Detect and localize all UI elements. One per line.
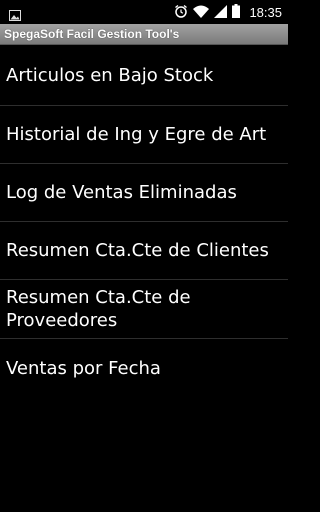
menu-list: Articulos en Bajo Stock Historial de Ing… — [0, 45, 288, 397]
menu-item-label: Resumen Cta.Cte de Clientes — [6, 240, 269, 261]
menu-item-label: Articulos en Bajo Stock — [6, 64, 214, 86]
battery-icon — [232, 3, 241, 22]
status-icons: 18:35 — [174, 0, 282, 24]
menu-item-resumen-proveedores[interactable]: Resumen Cta.Cte de Proveedores — [0, 280, 200, 338]
menu-item-label: Resumen Cta.Cte de Proveedores — [6, 287, 191, 331]
wifi-icon — [193, 3, 210, 22]
app-title: SpegaSoft Facil Gestion Tool's — [4, 27, 180, 41]
menu-item-historial-ing-egre[interactable]: Historial de Ing y Egre de Art — [0, 106, 288, 164]
clock-time: 18:35 — [249, 4, 282, 20]
signal-icon — [214, 3, 228, 22]
menu-item-log-ventas-eliminadas[interactable]: Log de Ventas Eliminadas — [0, 164, 288, 222]
menu-item-label: Historial de Ing y Egre de Art — [6, 124, 267, 145]
menu-item-articulos-bajo-stock[interactable]: Articulos en Bajo Stock — [0, 45, 288, 106]
app-title-bar: SpegaSoft Facil Gestion Tool's — [0, 24, 288, 45]
menu-item-label: Ventas por Fecha — [6, 357, 161, 379]
menu-item-ventas-por-fecha[interactable]: Ventas por Fecha — [0, 339, 288, 397]
status-bar: 18:35 — [0, 0, 288, 24]
alarm-clock-icon — [174, 3, 188, 22]
menu-item-resumen-clientes[interactable]: Resumen Cta.Cte de Clientes — [0, 222, 288, 280]
menu-item-label: Log de Ventas Eliminadas — [6, 182, 237, 203]
gallery-icon — [9, 6, 21, 25]
